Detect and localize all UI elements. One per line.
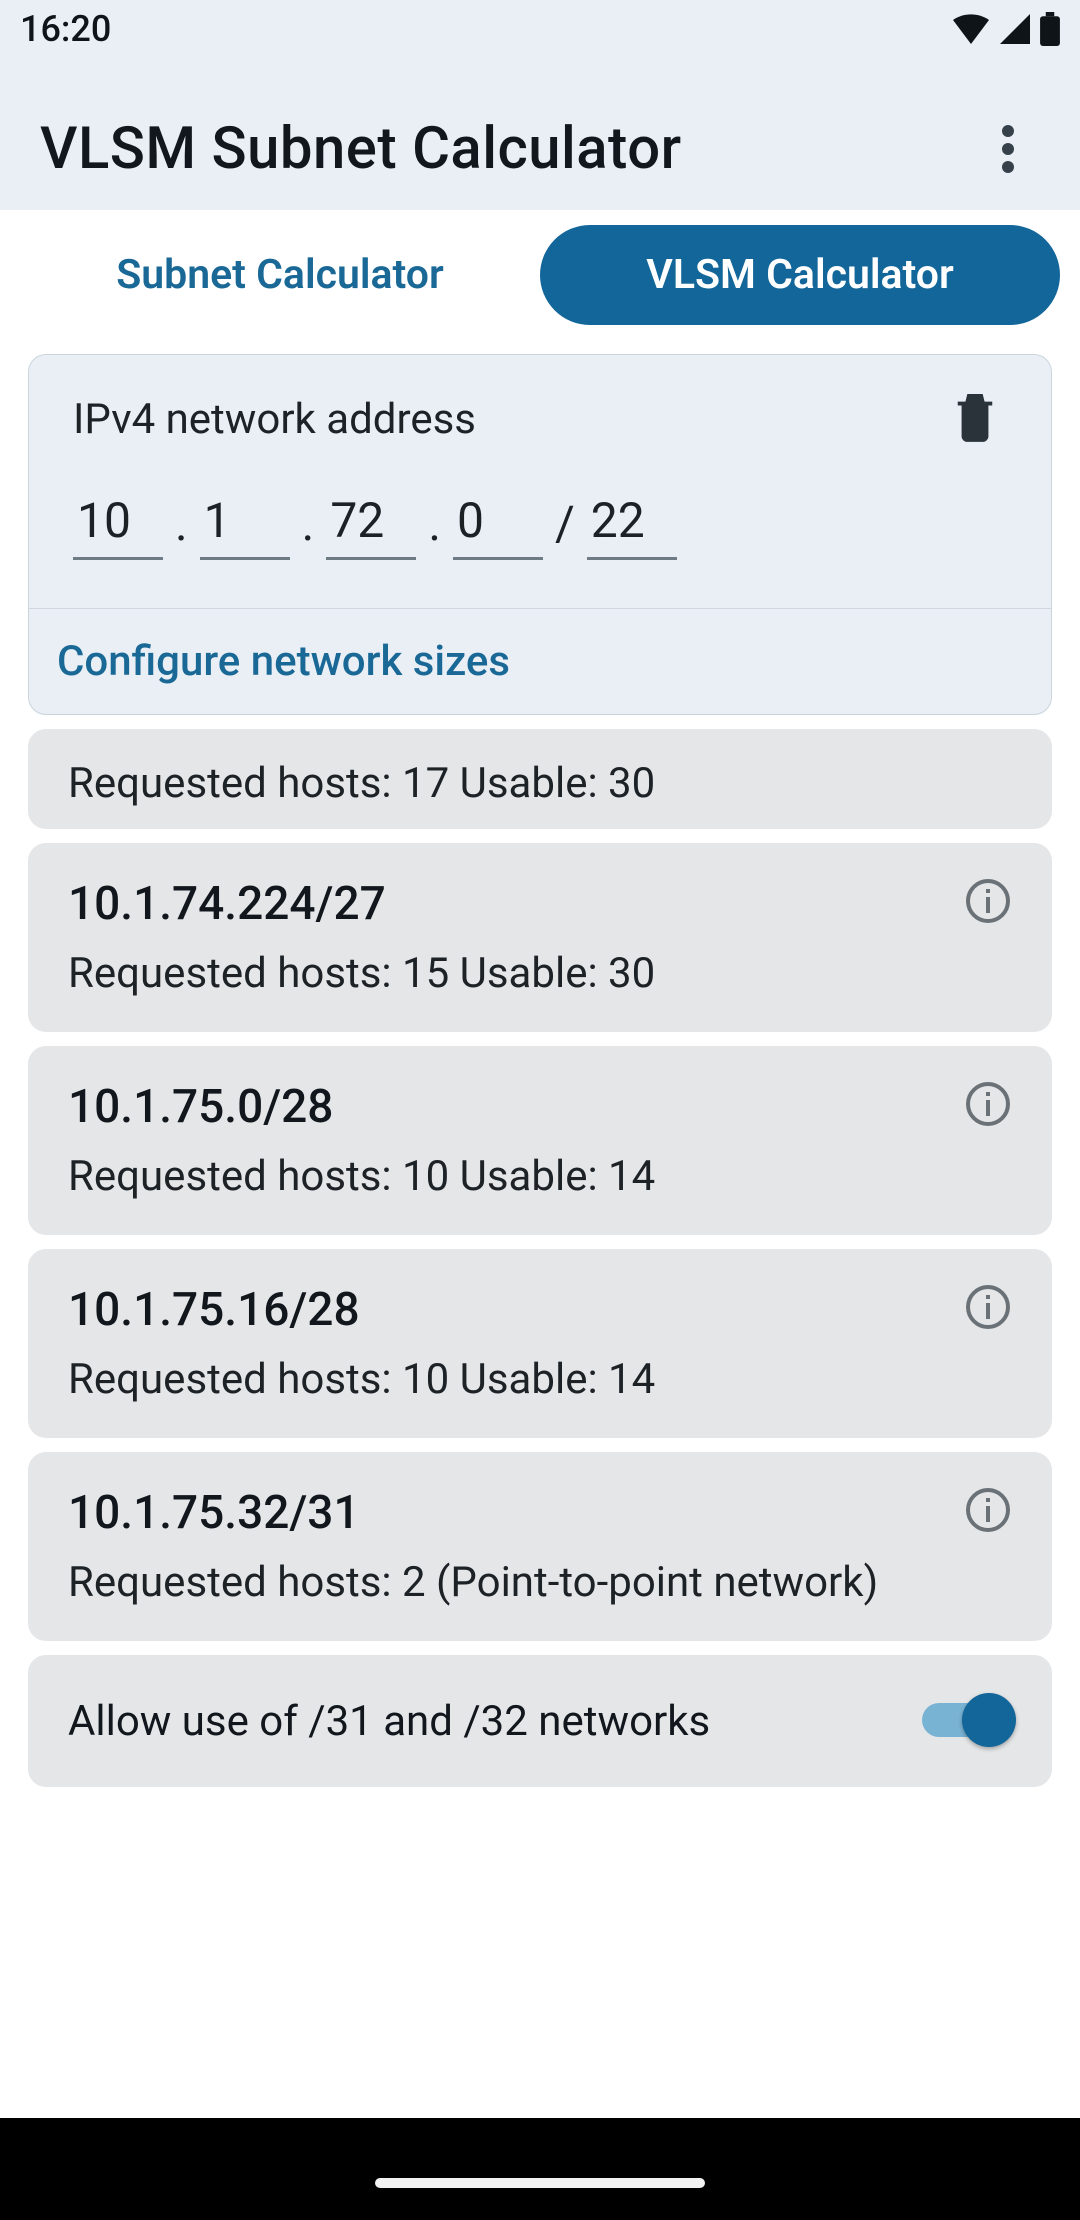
info-button[interactable] bbox=[960, 873, 1016, 929]
toggle-label: Allow use of /31 and /32 networks bbox=[68, 1697, 710, 1746]
result-card[interactable]: 10.1.75.0/28 Requested hosts: 10 Usable:… bbox=[28, 1046, 1052, 1235]
trash-icon bbox=[952, 390, 998, 444]
result-address: 10.1.75.32/31 bbox=[68, 1486, 1012, 1540]
ip-network-label: IPv4 network address bbox=[73, 395, 1007, 444]
result-address: 10.1.75.0/28 bbox=[68, 1080, 1012, 1134]
info-button[interactable] bbox=[960, 1076, 1016, 1132]
result-card[interactable]: 10.1.74.224/27 Requested hosts: 15 Usabl… bbox=[28, 843, 1052, 1032]
result-card[interactable]: 10.1.75.32/31 Requested hosts: 2 (Point-… bbox=[28, 1452, 1052, 1641]
status-bar: 16:20 bbox=[0, 0, 1080, 58]
cidr-input[interactable] bbox=[587, 492, 677, 560]
result-detail: Requested hosts: 10 Usable: 14 bbox=[68, 1152, 1012, 1201]
info-icon bbox=[964, 1283, 1012, 1331]
result-detail: Requested hosts: 2 (Point-to-point netwo… bbox=[68, 1558, 1012, 1607]
octet-1-input[interactable] bbox=[73, 492, 163, 560]
ip-inputs: . . . / bbox=[73, 492, 1007, 560]
switch-thumb bbox=[962, 1693, 1016, 1747]
dot-separator: . bbox=[290, 495, 327, 560]
result-card-partial[interactable]: Requested hosts: 17 Usable: 30 bbox=[28, 729, 1052, 829]
info-icon bbox=[964, 1486, 1012, 1534]
tab-label: Subnet Calculator bbox=[116, 251, 444, 299]
status-time: 16:20 bbox=[20, 8, 111, 50]
info-button[interactable] bbox=[960, 1279, 1016, 1335]
octet-3-input[interactable] bbox=[326, 492, 416, 560]
slash-separator: / bbox=[543, 495, 587, 560]
result-address: 10.1.74.224/27 bbox=[68, 877, 1012, 931]
info-icon bbox=[964, 1080, 1012, 1128]
info-icon bbox=[964, 877, 1012, 925]
app-title: VLSM Subnet Calculator bbox=[40, 115, 682, 183]
octet-4-input[interactable] bbox=[453, 492, 543, 560]
cellular-icon bbox=[1000, 14, 1030, 44]
tab-subnet-calculator[interactable]: Subnet Calculator bbox=[20, 225, 540, 325]
tab-vlsm-calculator[interactable]: VLSM Calculator bbox=[540, 225, 1060, 325]
clear-button[interactable] bbox=[943, 385, 1007, 449]
wifi-icon bbox=[952, 14, 990, 44]
dot-separator: . bbox=[416, 495, 453, 560]
result-detail: Requested hosts: 17 Usable: 30 bbox=[68, 759, 1012, 808]
tabs: Subnet Calculator VLSM Calculator bbox=[0, 210, 1080, 340]
battery-icon bbox=[1040, 12, 1060, 46]
result-card[interactable]: 10.1.75.16/28 Requested hosts: 10 Usable… bbox=[28, 1249, 1052, 1438]
octet-2-input[interactable] bbox=[200, 492, 290, 560]
result-detail: Requested hosts: 15 Usable: 30 bbox=[68, 949, 1012, 998]
app-bar: VLSM Subnet Calculator bbox=[0, 88, 1080, 210]
configure-network-sizes-button[interactable]: Configure network sizes bbox=[57, 637, 1023, 686]
info-button[interactable] bbox=[960, 1482, 1016, 1538]
more-vert-icon bbox=[1002, 125, 1014, 173]
dot-separator: . bbox=[163, 495, 200, 560]
tab-label: VLSM Calculator bbox=[646, 251, 954, 299]
ip-network-card: IPv4 network address . . . / Configure bbox=[28, 354, 1052, 715]
system-nav-bar bbox=[0, 2118, 1080, 2220]
result-detail: Requested hosts: 10 Usable: 14 bbox=[68, 1355, 1012, 1404]
home-pill[interactable] bbox=[375, 2178, 705, 2188]
overflow-menu-button[interactable] bbox=[976, 117, 1040, 181]
allow-31-32-card: Allow use of /31 and /32 networks bbox=[28, 1655, 1052, 1787]
result-address: 10.1.75.16/28 bbox=[68, 1283, 1012, 1337]
allow-31-32-switch[interactable] bbox=[922, 1693, 1012, 1749]
